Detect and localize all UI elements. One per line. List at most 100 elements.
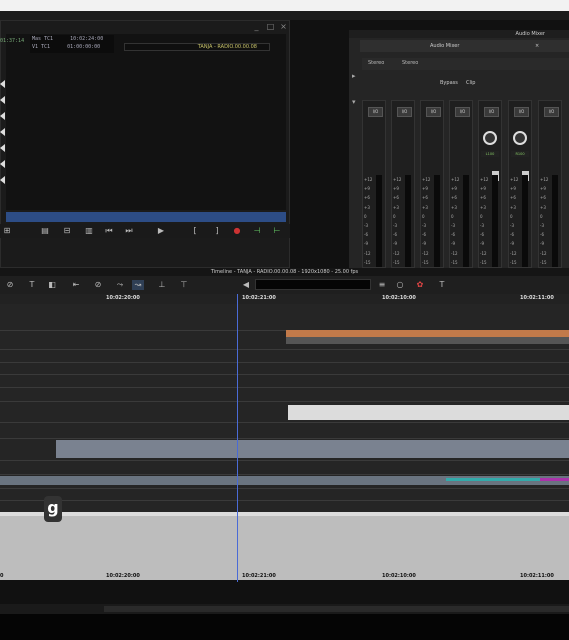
record-button[interactable]: ● [232,226,242,236]
timeline-ruler[interactable]: 10:02:20:00 10:02:21:00 10:02:10:00 10:0… [0,294,569,304]
io-button[interactable]: I/O [426,107,441,117]
collapse-icon[interactable]: ▾ [352,98,356,106]
level-meter [522,175,528,267]
effect-icon[interactable]: ✿ [414,280,426,290]
ruler-label: 0 [0,573,4,579]
title-tool-icon[interactable]: T [436,280,448,290]
meter-scale: +12 +9 +6 +3 0 -3 -6 -9 -12 -15 [364,177,373,265]
mixer-channel: I/O +12 +9 +6 +3 0 -3 -6 -9 -12 -15 [538,100,562,268]
menu-strip [0,11,569,20]
meter-scale: +12 +9 +6 +3 0 -3 -6 -9 -12 -15 [393,177,402,265]
record-circle-icon[interactable]: ○ [394,280,406,290]
lift-overwrite-icon[interactable]: ⊥ [156,280,168,290]
no-entry-icon[interactable]: ⊘ [92,280,104,290]
lower-ruler: 0 10:02:20:00 10:02:21:00 10:02:10:00 10… [0,572,569,582]
ctrl-1[interactable]: ▤ [40,226,50,236]
meter-scale: +12 +9 +6 +3 0 -3 -6 -9 -12 -15 [451,177,460,265]
ctrl-4[interactable]: ⏮ [104,226,114,236]
timeline-title: Timeline - TANJA - RADIO.00.00.08 - 1920… [0,268,569,276]
meter-scale: +12 +9 +6 +3 0 -3 -6 -9 -12 -15 [422,177,431,265]
video-clip[interactable] [288,405,569,420]
tc1-label: Mas TC1 [32,36,54,42]
speaker-icon[interactable]: ◀ [240,280,252,290]
clip-button[interactable]: Clip [466,80,475,86]
level-meter [463,175,469,267]
close-icon[interactable]: × [279,22,288,31]
timecode-display[interactable]: Mas TC1 10:02:24:00 V1 TC1 01:00:00:00 [30,35,114,53]
mixer-channel: I/O +12 +9 +6 +3 0 -3 -6 -9 -12 -15 [362,100,386,268]
io-button[interactable]: I/O [544,107,559,117]
tc1-value: 10:02:24:00 [70,36,104,42]
level-meter [405,175,411,267]
ctrl-11[interactable]: ⊢ [272,226,282,236]
io-button[interactable]: I/O [514,107,529,117]
close-icon[interactable]: × [535,43,539,49]
ctrl-10[interactable]: ⊣ [252,226,262,236]
text-tool-icon[interactable]: T [26,280,38,290]
audio-mixer-title: Audio Mixer [349,30,569,38]
sequence-select[interactable]: TANJA - RADIO.00.00.08 [124,43,270,51]
io-button[interactable]: I/O [455,107,470,117]
ruler-label: 10:02:11:00 [520,295,554,301]
side-arrows [0,80,6,192]
minimize-icon[interactable]: _ [252,22,261,31]
lower-track-area[interactable] [0,512,569,580]
mark-out-button[interactable]: ] [212,226,222,236]
audio-clip-lower[interactable] [286,337,569,344]
maximize-icon[interactable]: □ [266,22,275,31]
magenta-marker [540,478,569,481]
io-button[interactable]: I/O [484,107,499,117]
stereo-toggle-1[interactable]: Stereo [368,60,384,66]
ruler-label: 10:02:21:00 [242,295,276,301]
g-badge: g [44,496,62,522]
audio-clip-gray[interactable] [56,440,569,458]
pan-knob[interactable] [483,131,497,145]
ruler-label: 10:02:11:00 [520,573,554,579]
tc2-value: 01:00:00:00 [67,44,101,50]
teal-marker [446,478,540,481]
mark-in-button[interactable]: [ [190,226,200,236]
monitor-view[interactable] [6,34,286,210]
playhead[interactable] [237,294,238,582]
play-button[interactable]: ▶ [156,226,166,236]
expand-icon[interactable]: ▸ [352,72,356,80]
ctrl-3[interactable]: ▥ [84,226,94,236]
timecode-field[interactable] [255,279,371,290]
lift-icon[interactable]: ⇤ [70,280,82,290]
mixer-channel: I/O +12 +9 +6 +3 0 -3 -6 -9 -12 -15 [391,100,415,268]
level-meter [492,175,498,267]
io-button[interactable]: I/O [368,107,383,117]
level-meter [552,175,558,267]
lower-track-edge [0,512,569,516]
audio-clip[interactable] [286,330,569,337]
ctrl-5[interactable]: ⏭ [124,226,134,236]
mixer-mode-bar: Stereo Stereo [362,58,569,70]
extract-icon[interactable]: ⊤ [178,280,190,290]
segment-tool-icon[interactable]: ⤳ [114,280,126,290]
io-button[interactable]: I/O [397,107,412,117]
ctrl-0[interactable]: ⊞ [2,226,12,236]
level-meter [376,175,382,267]
left-timecode: 01:37:14 [0,38,25,44]
ruler-label: 10:02:10:00 [382,573,416,579]
bottom-bar [0,614,569,640]
ctrl-2[interactable]: ⊟ [62,226,72,236]
top-bar [0,0,569,11]
ruler-label: 10:02:10:00 [382,295,416,301]
bypass-button[interactable]: Bypass [440,80,458,86]
clip-tool-icon[interactable]: ◧ [46,280,58,290]
ruler-label: 10:02:21:00 [242,573,276,579]
pan-label: R100 [511,151,529,157]
link-tool-icon[interactable]: ⊘ [4,280,16,290]
meter-scale: +12 +9 +6 +3 0 -3 -6 -9 -12 -15 [540,177,549,265]
stereo-toggle-2[interactable]: Stereo [402,60,418,66]
pan-knob[interactable] [513,131,527,145]
audio-mixer-subheader: Audio Mixer × [360,40,569,52]
mixer-channel: I/O R100 +12 +9 +6 +3 0 -3 -6 -9 -12 -15 [508,100,532,268]
list-icon[interactable]: ≡ [376,280,388,290]
scrollbar-track[interactable] [104,606,569,612]
meter-scale: +12 +9 +6 +3 0 -3 -6 -9 -12 -15 [510,177,519,265]
meter-scale: +12 +9 +6 +3 0 -3 -6 -9 -12 -15 [480,177,489,265]
smart-tool-icon[interactable]: ↝ [132,280,144,290]
position-bar[interactable] [6,212,286,222]
